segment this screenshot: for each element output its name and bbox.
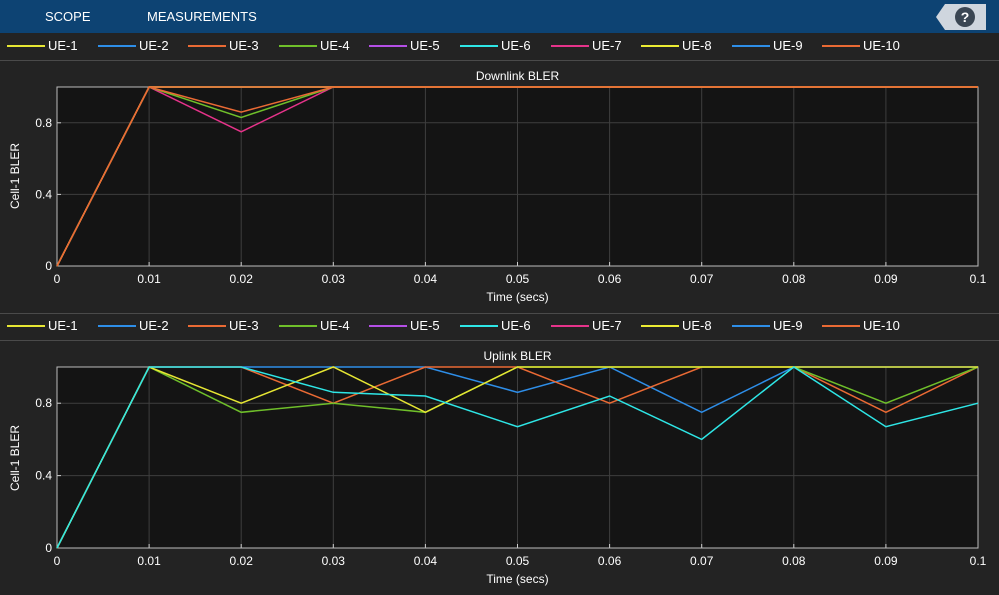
- x-tick-label: 0.06: [598, 554, 622, 568]
- legend-label: UE-7: [592, 318, 622, 333]
- legend-downlink: UE-1 UE-2 UE-3 UE-4 UE-5 UE-6 UE-7 UE-8 UE-9 UE-1…: [0, 35, 999, 57]
- legend-label: UE-3: [229, 318, 259, 333]
- y-tick-label: 0: [45, 259, 52, 273]
- legend-label: UE-7: [592, 38, 622, 53]
- toolbar: SCOPE MEASUREMENTS ?: [0, 0, 999, 33]
- y-axis-label: Cell-1 BLER: [8, 425, 22, 491]
- x-tick-label: 0.03: [322, 272, 346, 286]
- legend-label: UE-1: [48, 318, 78, 333]
- x-tick-label: 0.08: [782, 272, 806, 286]
- x-tick-label: 0.01: [137, 272, 161, 286]
- downlink-bler-chart: Downlink BLER 0 0.01 0.02 0.03 0.04 0.05 0.06 0.…: [8, 69, 987, 304]
- legend-swatch: [7, 325, 45, 327]
- legend-label: UE-8: [682, 318, 712, 333]
- legend-swatch: [369, 325, 407, 327]
- y-tick-label: 0.8: [35, 116, 52, 130]
- legend-swatch: [188, 45, 226, 47]
- x-tick-label: 0.07: [690, 272, 714, 286]
- y-tick-label: 0: [45, 541, 52, 555]
- legend-label: UE-2: [139, 38, 169, 53]
- x-tick-label: 0.09: [874, 272, 898, 286]
- legend-label: UE-10: [863, 318, 900, 333]
- legend-swatch: [460, 45, 498, 47]
- legend-swatch: [369, 45, 407, 47]
- legend-label: UE-4: [320, 318, 350, 333]
- legend-label: UE-3: [229, 38, 259, 53]
- y-axis-label: Cell-1 BLER: [8, 143, 22, 209]
- x-axis-label: Time (secs): [486, 290, 548, 304]
- legend-label: UE-9: [773, 38, 803, 53]
- legend-swatch: [188, 325, 226, 327]
- x-tick-label: 0.04: [414, 272, 438, 286]
- x-axis-label: Time (secs): [486, 572, 548, 586]
- legend-uplink: UE-1 UE-2 UE-3 UE-4 UE-5 UE-6 UE-7 UE-8 UE-9 UE-1…: [0, 315, 999, 337]
- x-tick-label: 0: [54, 272, 61, 286]
- x-tick-label: 0.02: [230, 272, 254, 286]
- legend-label: UE-5: [410, 38, 440, 53]
- y-tick-label: 0.4: [35, 187, 52, 201]
- legend-swatch: [279, 325, 317, 327]
- legend-label: UE-2: [139, 318, 169, 333]
- divider: [0, 313, 999, 314]
- tab-scope[interactable]: SCOPE: [45, 9, 91, 24]
- chart-title: Uplink BLER: [483, 349, 551, 363]
- legend-swatch: [822, 45, 860, 47]
- chart-title: Downlink BLER: [476, 69, 560, 83]
- legend-swatch: [641, 325, 679, 327]
- legend-label: UE-5: [410, 318, 440, 333]
- legend-swatch: [641, 45, 679, 47]
- y-tick-label: 0.4: [35, 469, 52, 483]
- x-tick-label: 0.1: [970, 554, 987, 568]
- x-tick-label: 0.05: [506, 554, 530, 568]
- legend-swatch: [460, 325, 498, 327]
- legend-label: UE-1: [48, 38, 78, 53]
- x-tick-label: 0.02: [230, 554, 254, 568]
- help-button[interactable]: ?: [955, 7, 975, 27]
- legend-swatch: [279, 45, 317, 47]
- legend-swatch: [732, 325, 770, 327]
- x-tick-label: 0.07: [690, 554, 714, 568]
- tab-measurements[interactable]: MEASUREMENTS: [147, 9, 257, 24]
- x-tick-label: 0: [54, 554, 61, 568]
- legend-label: UE-6: [501, 38, 531, 53]
- legend-swatch: [7, 45, 45, 47]
- x-tick-label: 0.05: [506, 272, 530, 286]
- legend-swatch: [551, 45, 589, 47]
- x-tick-label: 0.08: [782, 554, 806, 568]
- legend-swatch: [732, 45, 770, 47]
- x-tick-label: 0.09: [874, 554, 898, 568]
- y-tick-label: 0.8: [35, 396, 52, 410]
- legend-swatch: [551, 325, 589, 327]
- legend-swatch: [822, 325, 860, 327]
- x-tick-label: 0.01: [137, 554, 161, 568]
- legend-label: UE-8: [682, 38, 712, 53]
- legend-swatch: [98, 45, 136, 47]
- legend-label: UE-9: [773, 318, 803, 333]
- x-tick-label: 0.1: [970, 272, 987, 286]
- legend-label: UE-10: [863, 38, 900, 53]
- x-tick-label: 0.04: [414, 554, 438, 568]
- x-tick-label: 0.03: [322, 554, 346, 568]
- uplink-bler-chart: Uplink BLER 0 0.01 0.02 0.03 0.04 0.05 0.06 0.07…: [8, 349, 987, 586]
- legend-label: UE-6: [501, 318, 531, 333]
- legend-swatch: [98, 325, 136, 327]
- x-tick-label: 0.06: [598, 272, 622, 286]
- legend-label: UE-4: [320, 38, 350, 53]
